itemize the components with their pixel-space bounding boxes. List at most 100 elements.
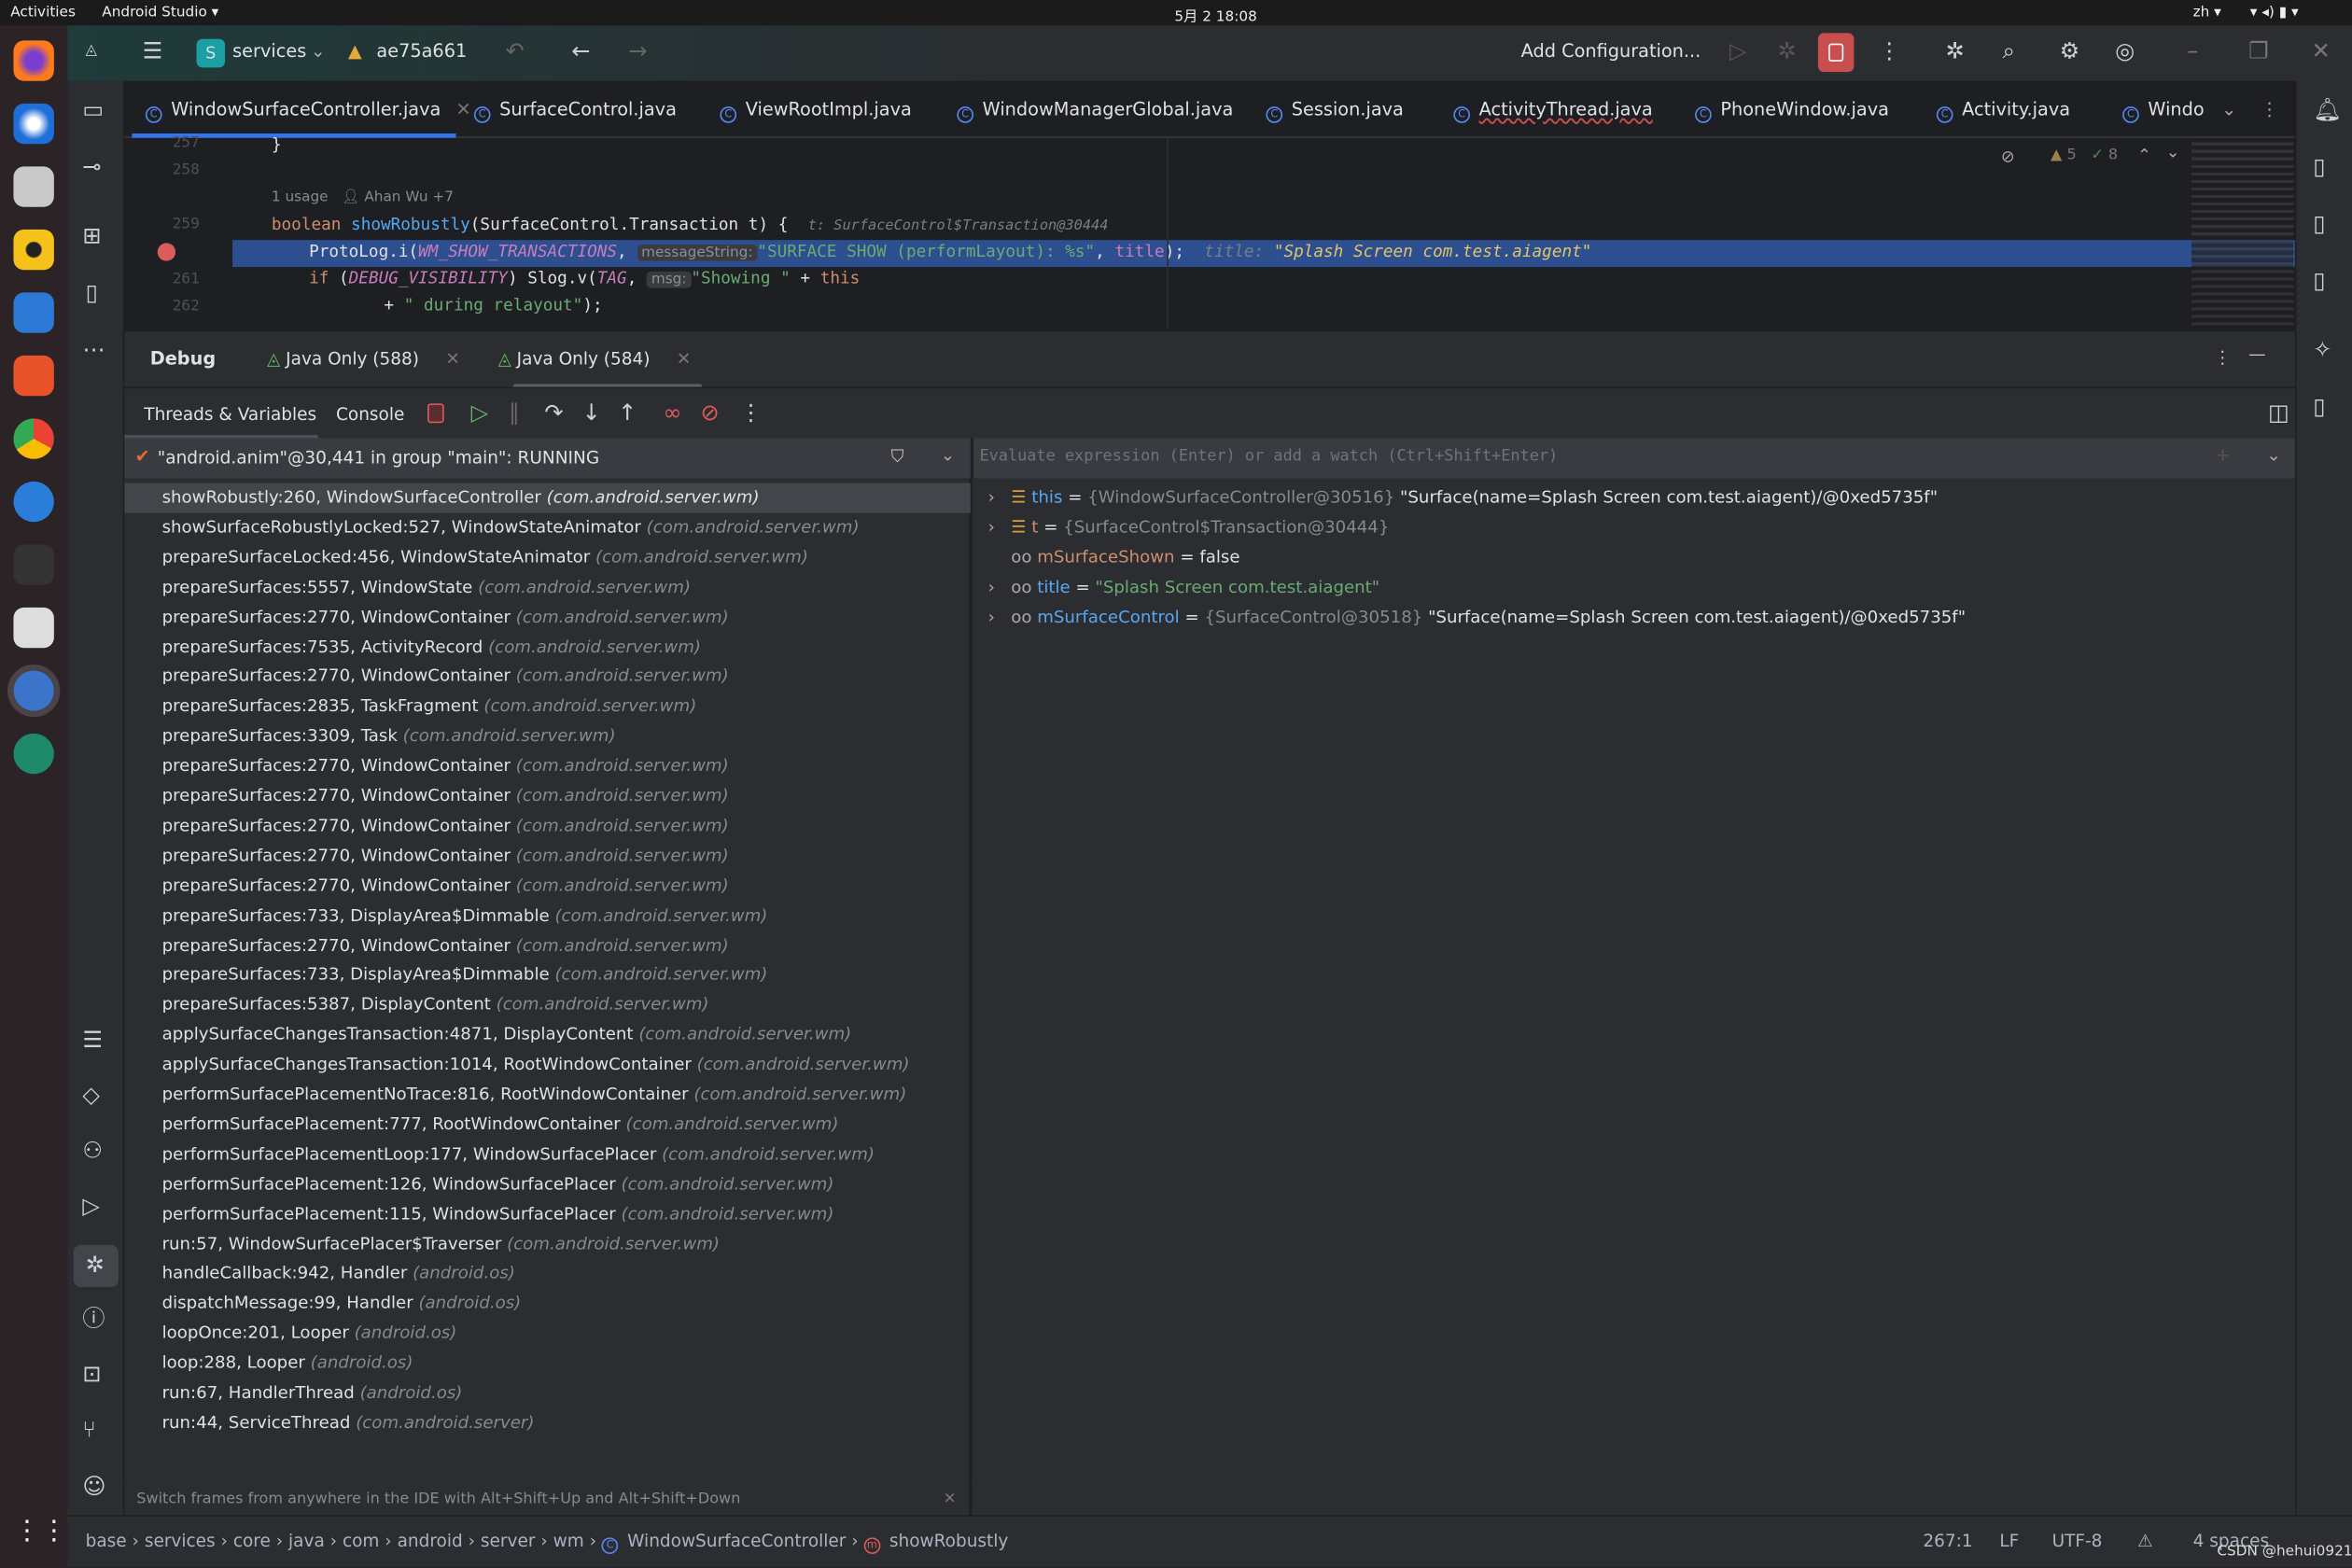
stack-frame[interactable]: prepareSurfaces:2770, WindowContainer (c… <box>124 781 970 811</box>
stack-frame[interactable]: prepareSurfaces:7535, ActivityRecord (co… <box>124 632 970 662</box>
back-icon[interactable]: ← <box>571 40 590 63</box>
expand-icon[interactable]: › <box>972 513 1011 543</box>
firefox-icon[interactable] <box>13 40 54 81</box>
stack-frame[interactable]: performSurfacePlacement:115, WindowSurfa… <box>124 1199 970 1229</box>
structure-icon[interactable]: ⊞ <box>82 224 101 247</box>
software-icon[interactable] <box>13 355 54 397</box>
breakpoint-icon[interactable] <box>157 243 176 261</box>
step-over-icon[interactable]: ↷ <box>544 401 563 425</box>
branch-selector[interactable]: ae75a661 <box>376 40 467 61</box>
run-icon[interactable]: ▷ <box>1729 40 1747 63</box>
variable-row[interactable]: › ☰ t = {SurfaceControl$Transaction@30444… <box>972 513 1390 543</box>
stack-frame[interactable]: prepareSurfaceLocked:456, WindowStateAni… <box>124 542 970 572</box>
close-session-icon[interactable]: ✕ <box>677 348 691 369</box>
stack-frame[interactable]: prepareSurfaces:2770, WindowContainer (c… <box>124 931 970 960</box>
tab-activity[interactable]: C Activity.java <box>1936 99 2070 123</box>
breadcrumb-item[interactable]: services <box>145 1530 216 1551</box>
stack-frame[interactable]: prepareSurfaces:2835, TaskFragment (com.… <box>124 692 970 721</box>
more-icon[interactable]: ⋮ <box>2214 346 2231 367</box>
stop-button[interactable] <box>1817 33 1855 73</box>
tab-activitythread[interactable]: C ActivityThread.java <box>1453 99 1653 123</box>
stack-frame[interactable]: prepareSurfaces:2770, WindowContainer (c… <box>124 841 970 871</box>
stack-frame[interactable]: showRobustly:260, WindowSurfaceControlle… <box>124 483 971 513</box>
debug-icon[interactable]: ✲ <box>1777 40 1796 63</box>
minimize-icon[interactable]: – <box>2187 40 2198 63</box>
thunderbird-icon[interactable] <box>13 103 54 145</box>
resume-icon[interactable]: ▷ <box>471 401 489 425</box>
settings-icon[interactable]: ⚙ <box>2060 40 2080 63</box>
stack-frame[interactable]: prepareSurfaces:733, DisplayArea$Dimmabl… <box>124 960 970 990</box>
file-encoding[interactable]: UTF-8 <box>2052 1530 2103 1551</box>
running-devices-icon[interactable]: ▯ <box>2313 212 2325 235</box>
checks-indicator[interactable]: ✓ 8 <box>2091 147 2118 163</box>
breadcrumb-item[interactable]: wm <box>553 1530 584 1551</box>
stack-frame[interactable]: performSurfacePlacementLoop:177, WindowS… <box>124 1140 970 1169</box>
code-editor[interactable]: 257 } 258 1 usage 👤︎ Ahan Wu +7 259 bool… <box>124 135 2295 330</box>
stack-frame[interactable]: prepareSurfaces:2770, WindowContainer (c… <box>124 811 970 841</box>
next-highlight-icon[interactable]: ⌄ <box>2166 143 2180 162</box>
stack-frame[interactable]: prepareSurfaces:5557, WindowState (com.a… <box>124 572 970 602</box>
minimap[interactable] <box>2191 137 2294 330</box>
mute-breakpoints-icon[interactable]: ⊘ <box>701 401 720 425</box>
tab-phonewindow[interactable]: C PhoneWindow.java <box>1695 99 1889 123</box>
system-status-icons[interactable]: ▾ ◂) ▮ ▾ <box>2250 5 2299 21</box>
device-explorer-icon[interactable]: ▯ <box>2313 395 2325 418</box>
gemini-icon[interactable]: ✧ <box>2313 338 2331 361</box>
evaluate-expression-input[interactable]: Evaluate expression (Enter) or add a wat… <box>972 438 2295 479</box>
debug-tool-button[interactable]: ✲ <box>73 1244 119 1287</box>
variable-row[interactable]: › oo mSurfaceControl = {SurfaceControl@30… <box>972 603 1966 633</box>
breadcrumb-item[interactable]: core <box>233 1530 271 1551</box>
variable-row[interactable]: › oo title = "Splash Screen com.test.aiag… <box>972 573 1379 603</box>
breadcrumb-item[interactable]: com <box>343 1530 379 1551</box>
more-icon[interactable]: ⋮ <box>739 401 762 425</box>
breadcrumb-item[interactable]: server <box>481 1530 536 1551</box>
gem-icon[interactable]: ◇ <box>82 1084 100 1107</box>
stack-frame[interactable]: performSurfacePlacementNoTrace:816, Root… <box>124 1080 970 1110</box>
more-icon[interactable]: ⋮ <box>1878 40 1900 63</box>
stack-frame[interactable]: performSurfacePlacement:777, RootWindowC… <box>124 1110 970 1140</box>
help-icon[interactable] <box>13 481 54 523</box>
stack-frame[interactable]: applySurfaceChangesTransaction:1014, Roo… <box>124 1050 970 1080</box>
usage-hint[interactable]: 1 usage 👤︎ Ahan Wu +7 <box>272 189 454 205</box>
todo-icon[interactable]: ☰ <box>82 1029 103 1051</box>
logcat-icon[interactable]: ☺ <box>82 1476 105 1498</box>
more-tools-icon[interactable]: ⋯ <box>82 338 105 361</box>
breadcrumb-item[interactable]: base <box>86 1530 127 1551</box>
tab-windo[interactable]: C Windo <box>2122 99 2205 123</box>
tab-session[interactable]: C Session.java <box>1266 99 1404 123</box>
filter-icon[interactable]: ⛉ <box>891 445 904 468</box>
clock[interactable]: 5月 2 18:08 <box>1174 5 1256 26</box>
view-breakpoints-icon[interactable]: ∞ <box>663 401 681 425</box>
expand-icon[interactable]: › <box>972 603 1011 633</box>
stack-frame[interactable]: prepareSurfaces:3309, Task (com.android.… <box>124 721 970 751</box>
pause-icon[interactable]: ∥ <box>509 401 520 425</box>
tab-viewrootimpl[interactable]: C ViewRootImpl.java <box>720 99 912 123</box>
stack-frame[interactable]: showSurfaceRobustlyLocked:527, WindowSta… <box>124 512 970 542</box>
breadcrumb-item[interactable]: java <box>288 1530 325 1551</box>
breadcrumb-item[interactable]: WindowSurfaceController <box>627 1530 846 1551</box>
previous-highlight-icon[interactable]: ⌃ <box>2137 146 2151 165</box>
stack-frame[interactable]: dispatchMessage:99, Handler (android.os) <box>124 1289 970 1319</box>
expand-icon[interactable]: › <box>972 573 1011 603</box>
stack-frame[interactable]: handleCallback:942, Handler (android.os) <box>124 1259 970 1289</box>
language-menu[interactable]: zh ▾ <box>2193 5 2221 21</box>
line-separator[interactable]: LF <box>1999 1530 2019 1551</box>
terminal-icon[interactable]: ⊡ <box>82 1363 101 1386</box>
session-tab-588[interactable]: ◬ Java Only (588) ✕ <box>267 348 460 369</box>
restore-icon[interactable]: ❐ <box>2248 40 2269 63</box>
variable-row[interactable]: › ☰ this = {WindowSurfaceController@30516… <box>972 483 1938 512</box>
close-window-icon[interactable]: ✕ <box>2312 40 2331 63</box>
step-into-icon[interactable]: ↓ <box>582 401 601 425</box>
tabs-overflow-icon[interactable]: ⌄ <box>2221 99 2236 119</box>
run-configuration-selector[interactable]: Add Configuration... <box>1521 40 1701 61</box>
stack-frame[interactable]: prepareSurfaces:2770, WindowContainer (c… <box>124 751 970 781</box>
tab-surfacecontrol[interactable]: C SurfaceControl.java <box>473 99 677 123</box>
run-tool-icon[interactable]: ▷ <box>82 1195 100 1218</box>
hide-panel-icon[interactable]: — <box>2248 343 2265 364</box>
rhythmbox-icon[interactable] <box>13 229 54 271</box>
inspections-icon[interactable]: ⚠︎ <box>2137 1530 2153 1551</box>
bookmarks-icon[interactable]: ▯ <box>86 281 98 304</box>
thread-selector[interactable]: ✔ "android.anim"@30,441 in group "main":… <box>124 438 971 479</box>
android-device-icon[interactable]: ⚇ <box>82 1140 103 1162</box>
stack-frame[interactable]: run:44, ServiceThread (com.android.serve… <box>124 1408 970 1438</box>
